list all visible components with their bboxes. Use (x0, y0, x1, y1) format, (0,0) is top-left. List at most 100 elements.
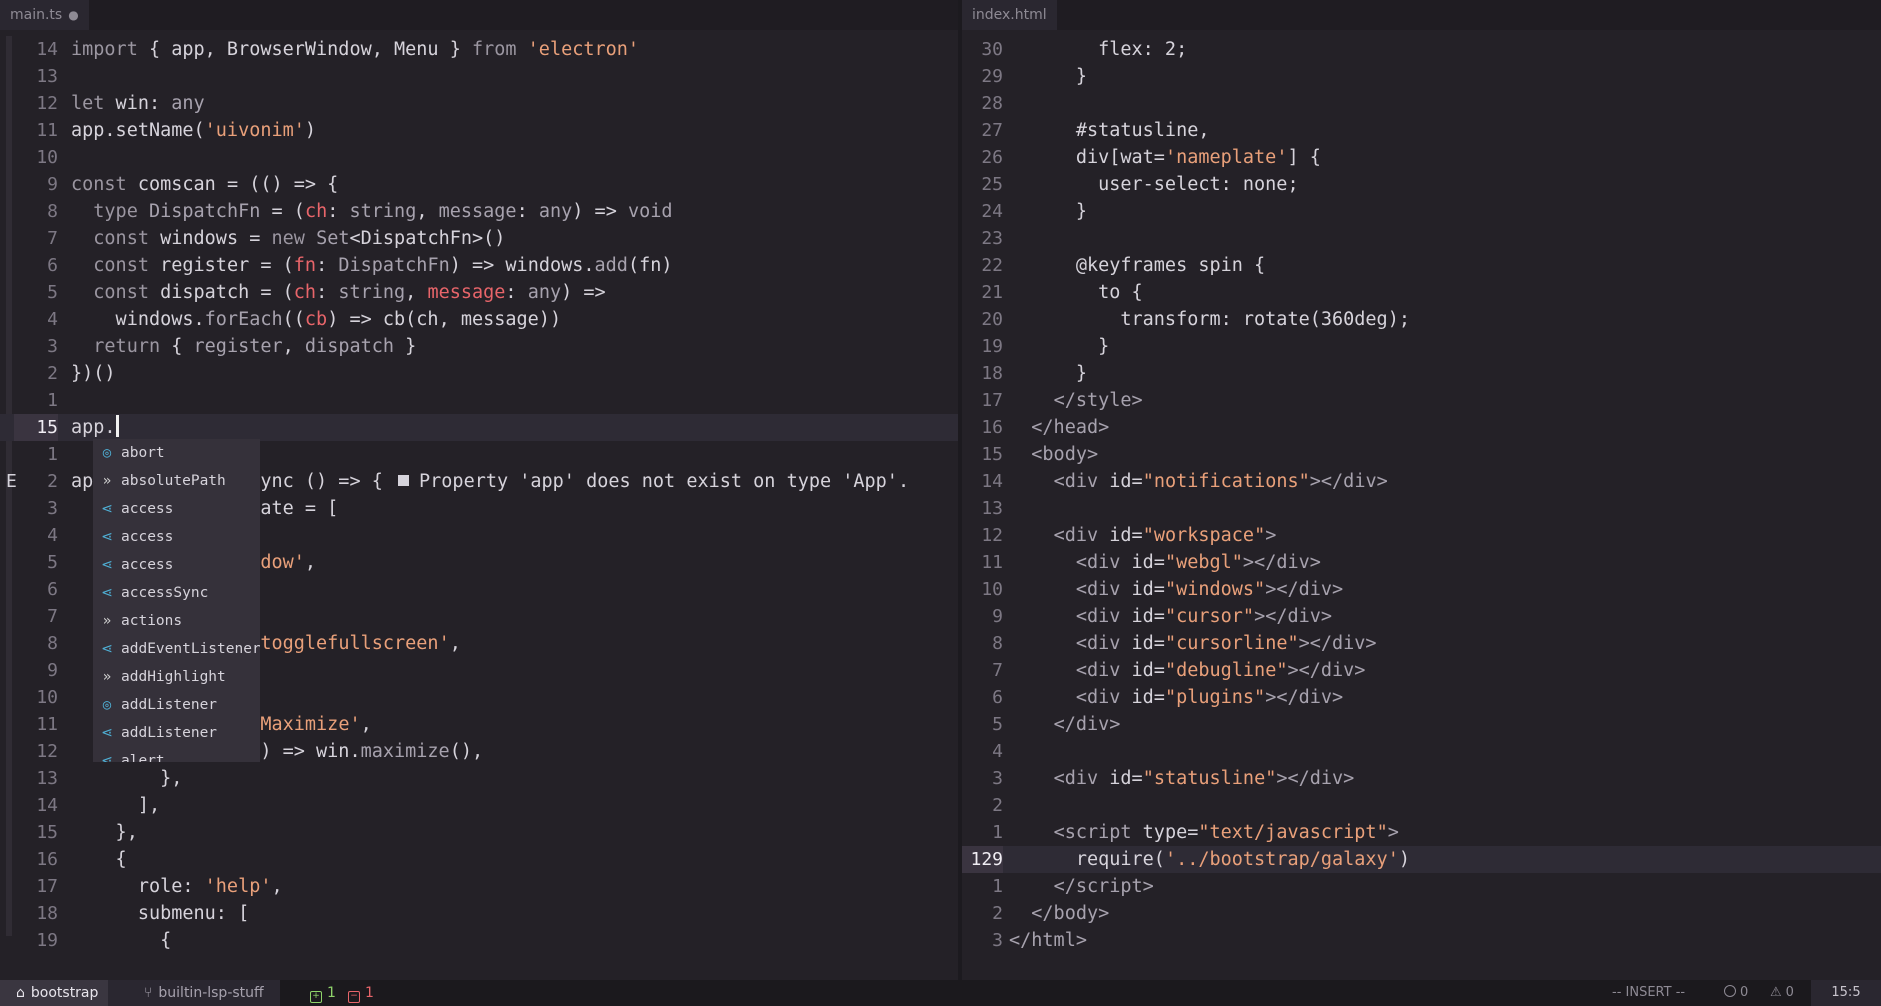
code-line[interactable]: 20 transform: rotate(360deg); (962, 306, 1881, 333)
code-line[interactable]: 1 (0, 387, 958, 414)
editor-pane-right[interactable]: index.html 30 flex: 2; 29 } 28 27 #statusli… (962, 0, 1881, 980)
code-line[interactable]: 11 app.setName('uivonim') (0, 117, 958, 144)
code-line[interactable]: 2})() (0, 360, 958, 387)
code-line[interactable]: 13 (0, 63, 958, 90)
completion-item[interactable]: ◎ abort (93, 439, 260, 467)
code-line[interactable]: 24 } (962, 198, 1881, 225)
completion-item[interactable]: ◎ addListener (93, 691, 260, 719)
project-segment[interactable]: ⌂ bootstrap (0, 980, 108, 1006)
code-line[interactable]: 14 import { app, BrowserWindow, Menu } fr… (0, 36, 958, 63)
code-line[interactable]: 6 const register = (fn: DispatchFn) => w… (0, 252, 958, 279)
current-line[interactable]: 15 app. (0, 414, 958, 441)
completion-item[interactable]: ⋖ addListener (93, 719, 260, 747)
completion-item[interactable]: ⋖ access (93, 551, 260, 579)
completion-label: abort (121, 445, 165, 461)
tab-main-ts[interactable]: main.ts ● (0, 0, 89, 30)
code-line[interactable]: 1 </script> (962, 873, 1881, 900)
code-line[interactable]: 13 (962, 495, 1881, 522)
code-text: <div id="cursorline"></div> (1075, 633, 1377, 654)
completion-item[interactable]: ⋖ alert (93, 747, 260, 762)
completion-item[interactable]: ⋖ access (93, 523, 260, 551)
editor-pane-left[interactable]: main.ts ● 14 import { app, BrowserWindow, … (0, 0, 958, 980)
code-line[interactable]: 15 }, (0, 819, 958, 846)
completion-item[interactable]: ⋖ accessSync (93, 579, 260, 607)
branch-segment[interactable]: ⑂ builtin-lsp-stuff (108, 980, 280, 1006)
code-line[interactable]: 13 }, (0, 765, 958, 792)
code-line[interactable]: 29 } (962, 63, 1881, 90)
code-line[interactable]: 2 </body> (962, 900, 1881, 927)
line-number: 30 (981, 39, 1003, 60)
code-line[interactable]: 21 to { (962, 279, 1881, 306)
code-line[interactable]: 10 <div id="windows"></div> (962, 576, 1881, 603)
code-line[interactable]: 2 (962, 792, 1881, 819)
code-line[interactable]: 5 </div> (962, 711, 1881, 738)
branch-name: builtin-lsp-stuff (158, 985, 264, 1001)
code-line[interactable]: 22 @keyframes spin { (962, 252, 1881, 279)
current-line[interactable]: 129 require('../bootstrap/galaxy') (962, 846, 1881, 873)
completion-item[interactable]: ⋖ access (93, 495, 260, 523)
line-number: 8 (47, 201, 58, 222)
code-line[interactable]: 3 return { register, dispatch } (0, 333, 958, 360)
code-line[interactable]: 23 (962, 225, 1881, 252)
code-line[interactable]: 15 <body> (962, 441, 1881, 468)
code-line[interactable]: 14 <div id="notifications"></div> (962, 468, 1881, 495)
code-line[interactable]: 3 </html> (962, 927, 1881, 954)
code-line[interactable]: 8 <div id="cursorline"></div> (962, 630, 1881, 657)
code-text: return { register, dispatch } (93, 336, 417, 357)
line-number: 13 (36, 768, 58, 789)
code-text: </script> (1053, 876, 1154, 897)
line-number: 8 (992, 633, 1003, 654)
function-icon: ⋖ (101, 501, 113, 517)
completion-item[interactable]: » actions (93, 607, 260, 635)
error-count[interactable]: 0 (1724, 980, 1748, 1006)
code-line[interactable]: 19 { (0, 927, 958, 954)
code-line[interactable]: 5 const dispatch = (ch: string, message:… (0, 279, 958, 306)
code-line[interactable]: 14 ], (0, 792, 958, 819)
completion-item[interactable]: ⋖ addEventListener (93, 635, 260, 663)
code-line[interactable]: 30 flex: 2; (962, 36, 1881, 63)
code-line[interactable]: 10 (0, 144, 958, 171)
code-line[interactable]: 9 <div id="cursor"></div> (962, 603, 1881, 630)
code-line[interactable]: 18 submenu: [ (0, 900, 958, 927)
code-line[interactable]: 18 } (962, 360, 1881, 387)
line-number: 13 (36, 66, 58, 87)
code-text: const windows = new Set<DispatchFn>() (93, 228, 506, 249)
code-line[interactable]: 26 div[wat='nameplate'] { (962, 144, 1881, 171)
code-line[interactable]: 28 (962, 90, 1881, 117)
line-number: 16 (981, 417, 1003, 438)
code-line[interactable]: 9 const comscan = (() => { (0, 171, 958, 198)
line-number: 20 (981, 309, 1003, 330)
code-line[interactable]: 4 (962, 738, 1881, 765)
code-line[interactable]: 17 role: 'help', (0, 873, 958, 900)
code-line[interactable]: 7 <div id="debugline"></div> (962, 657, 1881, 684)
completion-popup[interactable]: ◎ abort » absolutePath ⋖ access ⋖ access ⋖ access… (93, 439, 260, 762)
code-line[interactable]: 27 #statusline, (962, 117, 1881, 144)
completion-item[interactable]: » absolutePath (93, 467, 260, 495)
git-branch-icon: ⑂ (144, 985, 153, 1001)
code-line[interactable]: 17 </style> (962, 387, 1881, 414)
code-line[interactable]: 4 windows.forEach((cb) => cb(ch, message… (0, 306, 958, 333)
code-text: let win: any (71, 93, 205, 114)
code-line[interactable]: 8 type DispatchFn = (ch: string, message… (0, 198, 958, 225)
code-line[interactable]: 12 let win: any (0, 90, 958, 117)
code-text: <body> (1031, 444, 1099, 465)
completion-item[interactable]: » addHighlight (93, 663, 260, 691)
code-line[interactable]: 6 <div id="plugins"></div> (962, 684, 1881, 711)
code-line[interactable]: 19 } (962, 333, 1881, 360)
code-line[interactable]: 1 <script type="text/javascript"> (962, 819, 1881, 846)
code-text: } (1009, 336, 1110, 357)
line-number: 10 (36, 147, 58, 168)
code-line[interactable]: 16 { (0, 846, 958, 873)
code-line[interactable]: 11 <div id="webgl"></div> (962, 549, 1881, 576)
code-line[interactable]: 3 <div id="statusline"></div> (962, 765, 1881, 792)
warning-count[interactable]: ⚠ 0 (1770, 980, 1794, 1006)
function-icon: ⋖ (101, 725, 113, 741)
tab-index-html[interactable]: index.html (962, 0, 1057, 30)
line-number: 6 (47, 579, 58, 600)
completion-label: alert (121, 753, 165, 762)
keyword-icon: » (102, 473, 112, 489)
code-line[interactable]: 25 user-select: none; (962, 171, 1881, 198)
code-line[interactable]: 12 <div id="workspace"> (962, 522, 1881, 549)
code-line[interactable]: 16 </head> (962, 414, 1881, 441)
code-line[interactable]: 7 const windows = new Set<DispatchFn>() (0, 225, 958, 252)
